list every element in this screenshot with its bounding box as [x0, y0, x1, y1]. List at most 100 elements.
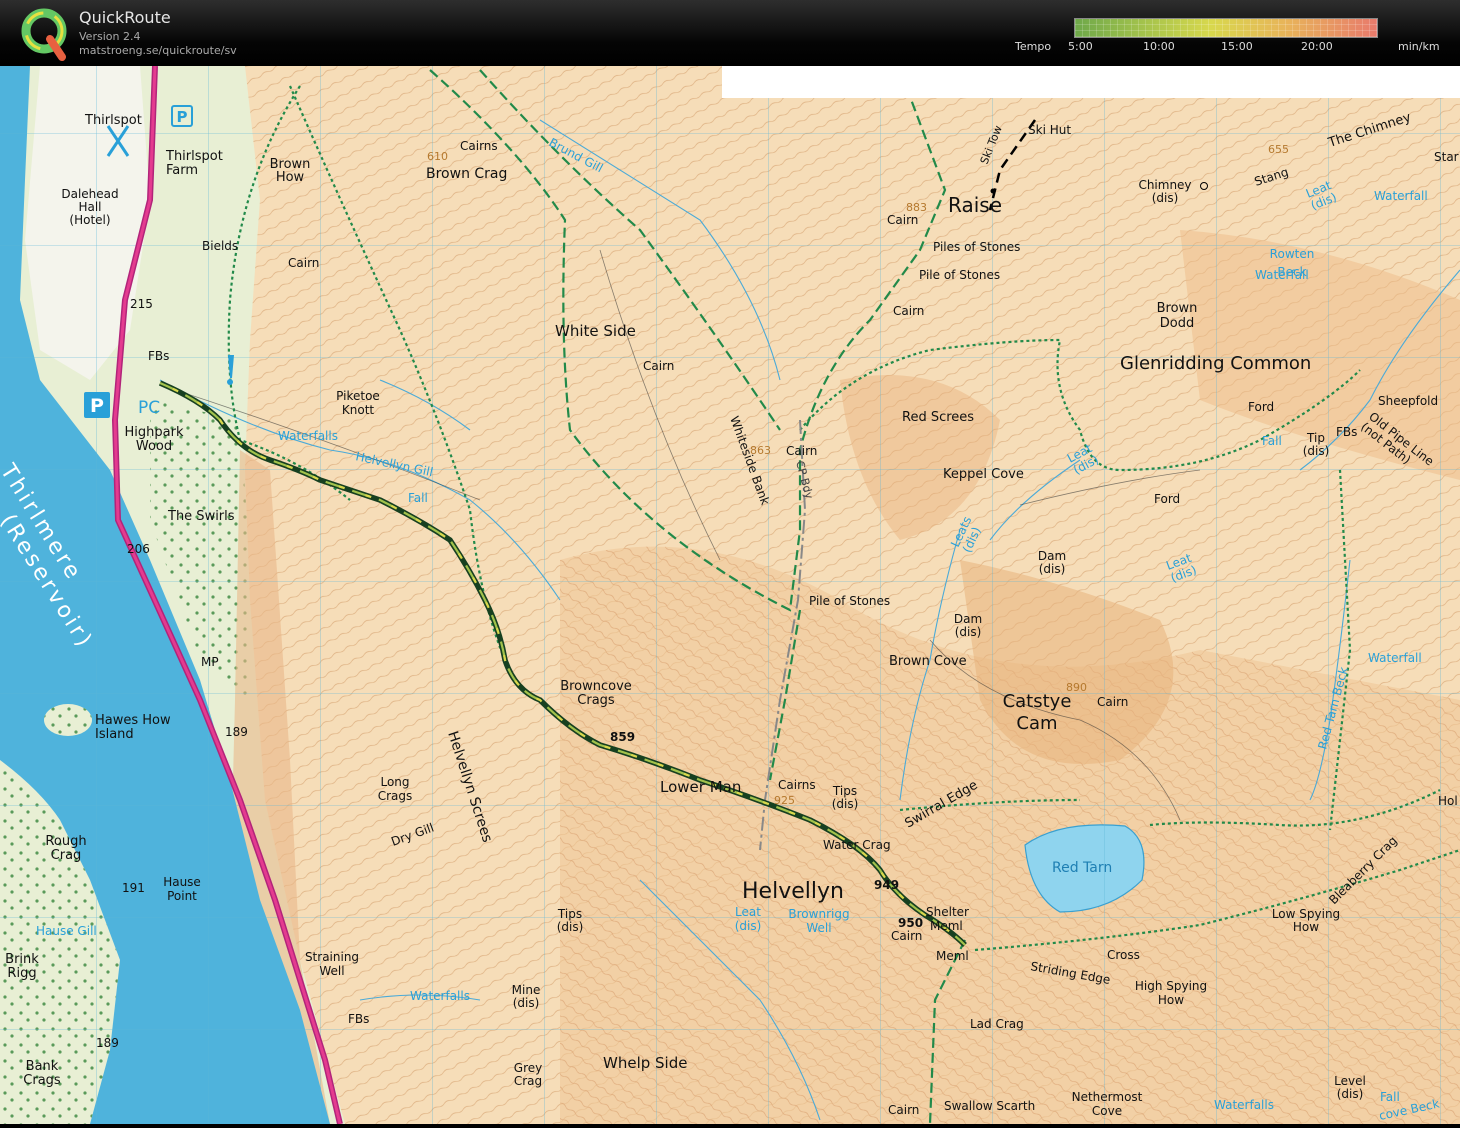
label-fall: Fall: [408, 491, 428, 505]
label-cairns: Cairns: [778, 778, 816, 792]
label-height: 859: [610, 730, 635, 744]
label-height: 863: [750, 444, 771, 457]
label-level: Level (dis): [1334, 1074, 1366, 1101]
label-star: Star: [1434, 150, 1459, 164]
label-helvellyn: Helvellyn: [742, 879, 844, 904]
label-waterfall: Waterfall: [1368, 651, 1422, 665]
label-cairn: Cairn: [1097, 695, 1128, 709]
label-leat-dis: Leat(dis): [735, 905, 762, 933]
label-glenridding-common: Glenridding Common: [1120, 353, 1311, 374]
label-cairn: Cairn: [643, 359, 674, 373]
label-waterfalls: Waterfalls: [410, 989, 470, 1003]
label-cross: Cross: [1107, 948, 1140, 962]
label-lower-man: Lower Man: [660, 778, 741, 796]
label-waterfalls: Waterfalls: [278, 429, 338, 443]
label-tips: Tips (dis): [832, 784, 859, 811]
label-water-crag: Water Crag: [823, 838, 891, 852]
label-height: 189: [225, 725, 248, 739]
label-height: 206: [127, 542, 150, 556]
label-cairns: Cairns: [460, 139, 498, 153]
label-height: 890: [1066, 681, 1087, 694]
label-meml: Meml: [936, 949, 969, 963]
label-lad-crag: Lad Crag: [970, 1017, 1024, 1031]
label-cairn: Cairn: [888, 1103, 919, 1117]
label-waterfall: Waterfall: [1374, 189, 1428, 203]
label-raise: Raise: [948, 193, 1002, 217]
label-dam: Dam (dis): [954, 612, 982, 639]
label-long-crags: Long Crags: [378, 775, 413, 803]
label-brown-crag: Brown Crag: [426, 166, 507, 182]
topographic-map[interactable]: P P Thirlspot Thirlspot Farm Dalehead Hall…: [0, 65, 1460, 1125]
app-header: QuickRoute Version 2.4 matstroeng.se/qui…: [0, 0, 1460, 66]
label-rough-crag: Rough Crag: [45, 834, 86, 863]
legend-tick: 10:00: [1143, 40, 1175, 53]
label-fbs: FBs: [348, 1012, 369, 1026]
label-height: 949: [874, 878, 899, 892]
legend-unit: min/km: [1398, 40, 1440, 53]
label-cairn: Cairn: [893, 304, 924, 318]
label-mp: MP: [201, 655, 219, 669]
label-height: 655: [1268, 143, 1289, 156]
label-cairn: Cairn: [887, 213, 918, 227]
label-keppel-cove: Keppel Cove: [943, 467, 1024, 482]
label-meml: Meml: [930, 919, 963, 933]
label-waterfalls: Waterfalls: [1214, 1098, 1274, 1112]
app-title: QuickRoute: [79, 8, 171, 27]
label-fbs: FBs: [1336, 425, 1357, 439]
legend-tick: 5:00: [1068, 40, 1093, 53]
label-bank-crags: Bank Crags: [23, 1059, 61, 1088]
label-bields: Bields: [202, 239, 238, 253]
map-blank-area: [722, 66, 1460, 98]
pace-legend-bar: [1074, 18, 1378, 38]
label-pile-of-stones: Pile of Stones: [919, 268, 1000, 282]
label-red-tarn: Red Tarn: [1052, 860, 1112, 876]
label-hause-gill: Hause Gill: [36, 924, 97, 938]
app-version: Version 2.4: [79, 30, 141, 43]
label-the-swirls: The Swirls: [167, 509, 235, 524]
label-mine: Mine (dis): [512, 983, 541, 1010]
app-url: matstroeng.se/quickroute/sv: [79, 44, 237, 57]
parking-icon: P: [84, 392, 110, 418]
label-whelp-side: Whelp Side: [603, 1054, 687, 1072]
label-pile-of-stones: Pile of Stones: [809, 594, 890, 608]
label-hause-point: Hause Point: [163, 875, 201, 903]
label-sheepfold: Sheepfold: [1378, 394, 1438, 408]
label-piles-of-stones: Piles of Stones: [933, 240, 1020, 254]
label-dam: Dam (dis): [1038, 549, 1066, 576]
label-height: 191: [122, 881, 145, 895]
label-fall: Fall: [1380, 1090, 1400, 1104]
label-height: 950: [898, 916, 923, 930]
label-tips: Tips (dis): [557, 907, 584, 934]
label-brown-cove: Brown Cove: [889, 654, 967, 669]
label-thirlspot: Thirlspot: [84, 113, 142, 128]
label-fall: Fall: [1262, 434, 1282, 448]
quickroute-logo-icon: [21, 8, 67, 61]
label-fbs: FBs: [148, 349, 169, 363]
label-brink-rigg: Brink Rigg: [5, 952, 39, 981]
label-height: 215: [130, 297, 153, 311]
label-ford: Ford: [1248, 400, 1274, 414]
svg-text:P: P: [177, 108, 188, 126]
label-cairn: Cairn: [786, 444, 817, 458]
label-cairn: Cairn: [288, 256, 319, 270]
label-white-side: White Side: [555, 322, 636, 340]
label-height: 189: [96, 1036, 119, 1050]
label-height: 610: [427, 150, 448, 163]
legend-tick: 20:00: [1301, 40, 1333, 53]
label-red-screes: Red Screes: [902, 410, 974, 425]
label-grey-crag: Grey Crag: [514, 1061, 542, 1088]
label-ski-hut: Ski Hut: [1028, 123, 1071, 137]
label-cairn: Cairn: [891, 929, 922, 943]
legend-tick: 15:00: [1221, 40, 1253, 53]
label-swallow-scarth: Swallow Scarth: [944, 1099, 1035, 1113]
svg-text:P: P: [90, 395, 104, 417]
label-hol: Hol: [1438, 794, 1458, 808]
label-ford: Ford: [1154, 492, 1180, 506]
label-height: 925: [774, 794, 795, 807]
label-shelter: Shelter: [926, 905, 969, 919]
label-piketoe-knott: Piketoe Knott: [336, 389, 380, 417]
label-pc: PC: [138, 398, 160, 418]
legend-label: Tempo: [1015, 40, 1052, 53]
label-waterfall: Waterfall: [1255, 268, 1309, 282]
label-brown-dodd: Brown Dodd: [1157, 301, 1198, 331]
